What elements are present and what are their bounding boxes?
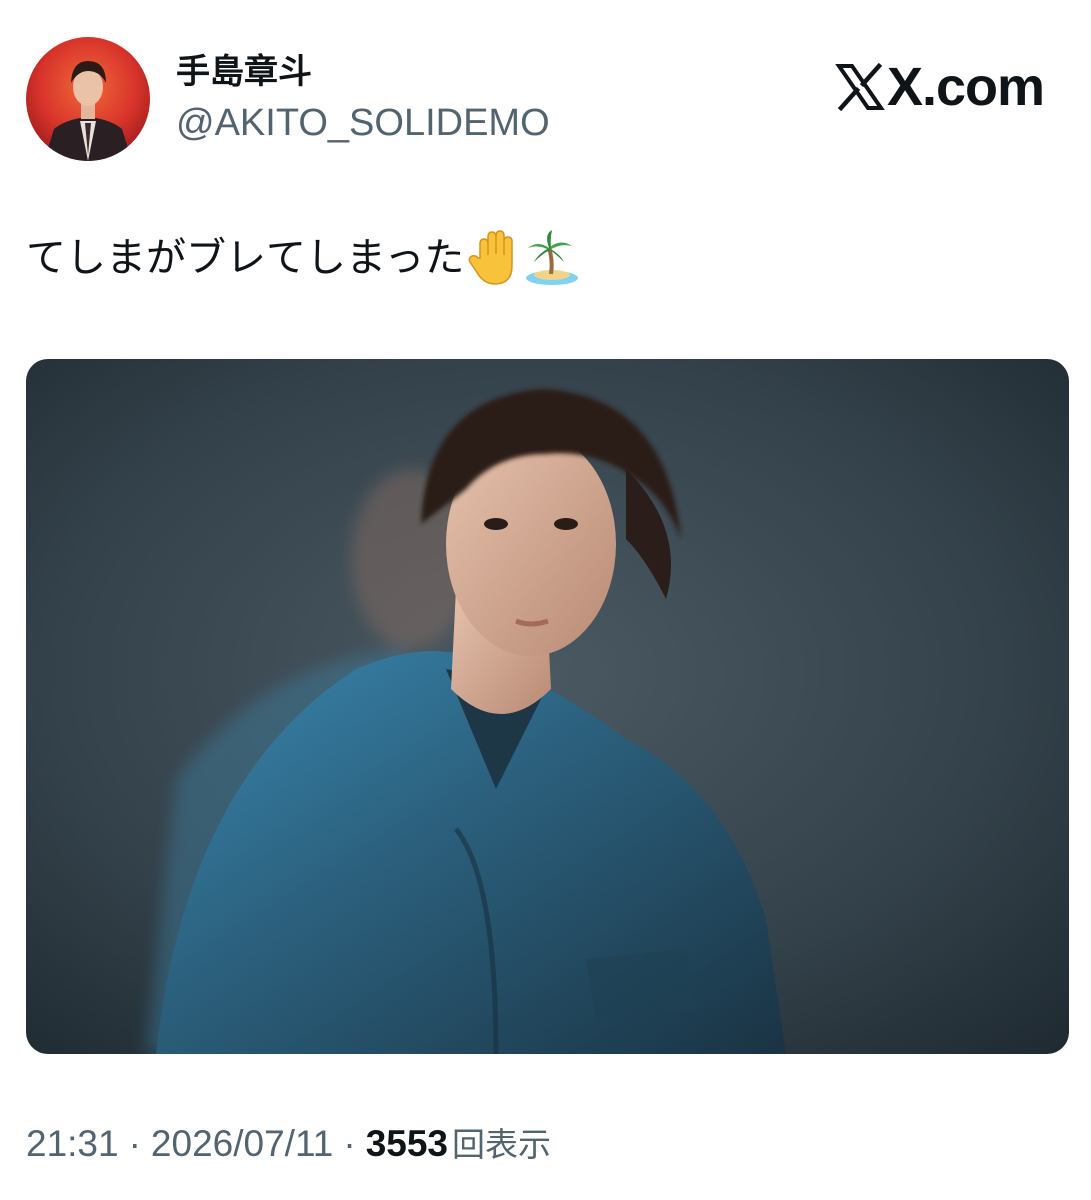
tweet-header: 手島章斗 @AKITO_SOLIDEMO X.com xyxy=(26,37,1066,163)
tweet-meta: 21:31 · 2026/07/11 · 3553 回表示 xyxy=(26,1118,551,1171)
x-logo-icon xyxy=(835,62,885,112)
tweet-body: てしまがブレてしまった xyxy=(26,235,465,281)
author-names: 手島章斗 @AKITO_SOLIDEMO xyxy=(176,49,550,147)
views-count: 3553 xyxy=(365,1123,448,1164)
avatar[interactable] xyxy=(26,37,150,161)
tweet-photo[interactable] xyxy=(26,359,1069,1054)
meta-separator: · xyxy=(343,1123,356,1164)
photo-portrait xyxy=(26,359,1069,1054)
tweet-time[interactable]: 21:31 xyxy=(26,1118,119,1170)
meta-separator: · xyxy=(128,1123,141,1164)
tweet-date[interactable]: 2026/07/11 xyxy=(151,1118,333,1170)
brand-text: X.com xyxy=(886,57,1045,117)
display-name[interactable]: 手島章斗 xyxy=(176,49,550,95)
x-brand-link[interactable]: X.com xyxy=(835,57,1045,117)
views-label: 回表示 xyxy=(452,1125,551,1164)
tweet-text: てしまがブレてしまった xyxy=(26,226,580,290)
desert-island-icon xyxy=(526,230,579,285)
raised-hand-icon xyxy=(469,230,514,285)
user-handle[interactable]: @AKITO_SOLIDEMO xyxy=(176,99,550,147)
avatar-image xyxy=(26,37,150,161)
